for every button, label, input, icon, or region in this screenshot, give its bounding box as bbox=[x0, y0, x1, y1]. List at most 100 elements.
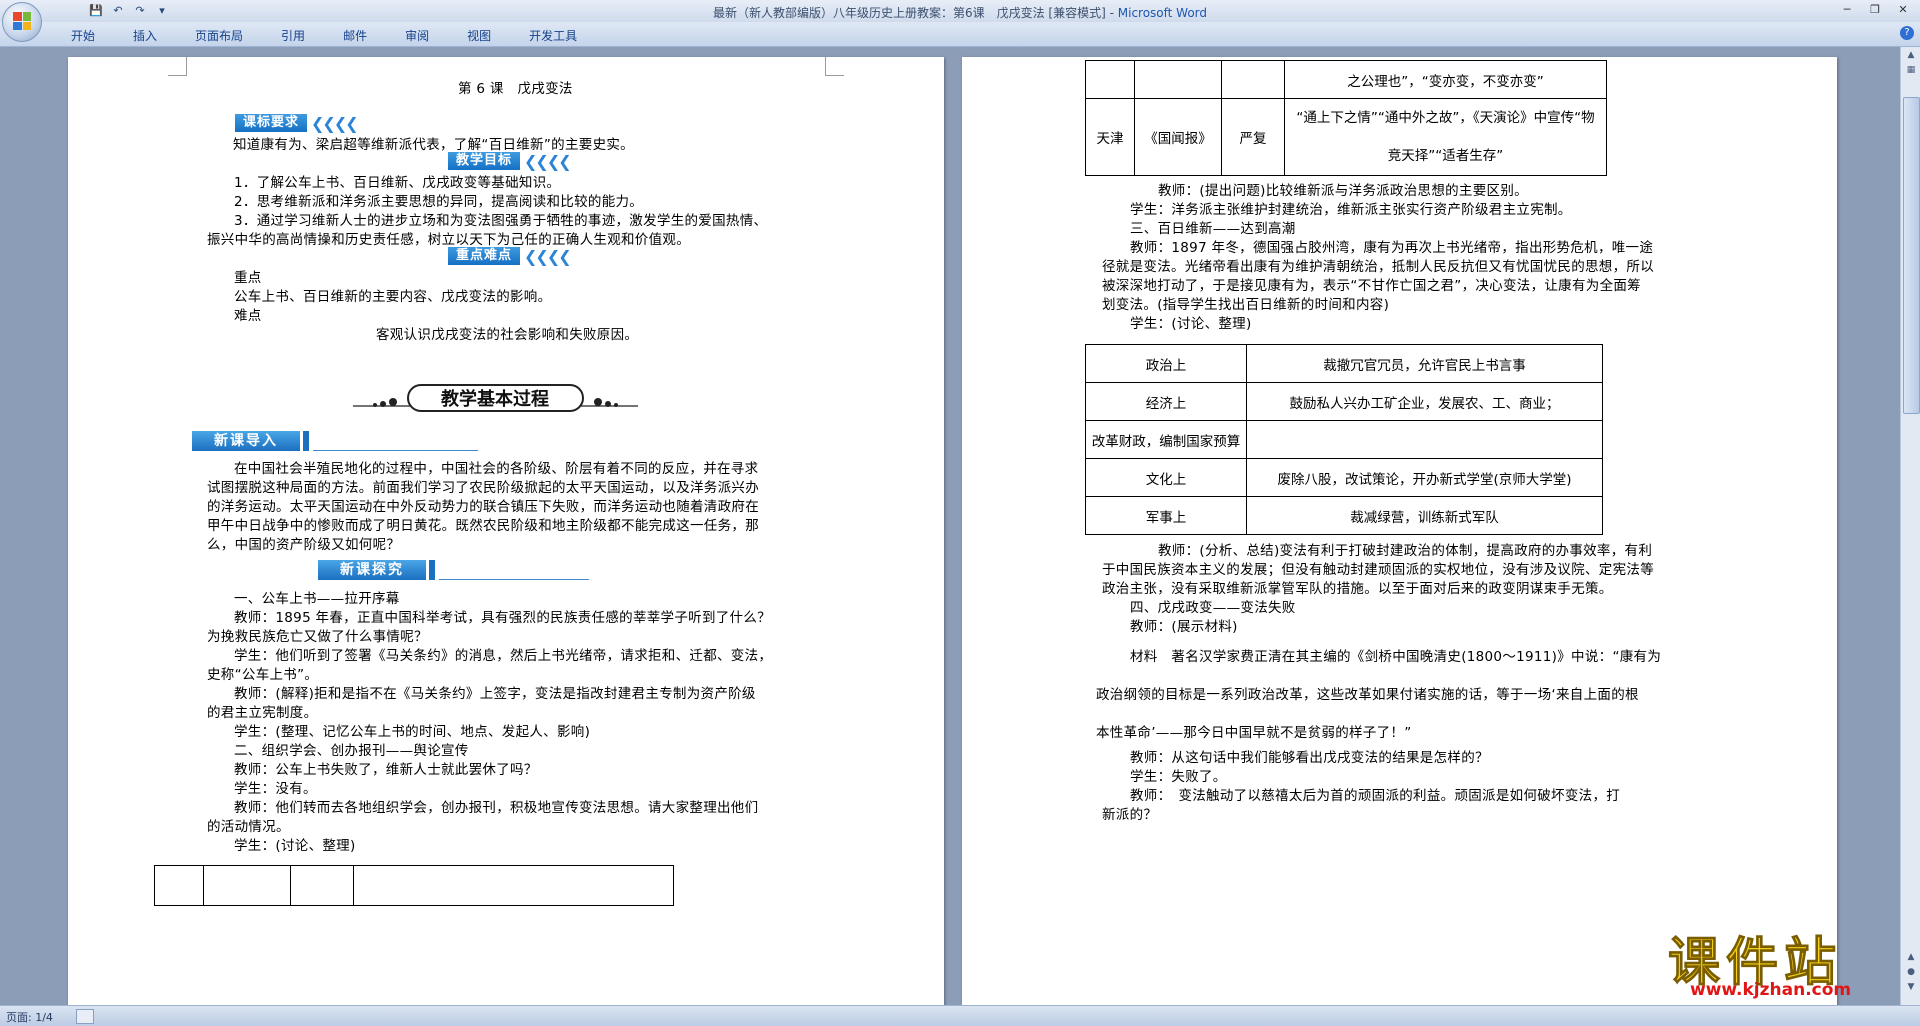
document-workspace: 第 6 课 戊戌变法 课标要求 ❮❮❮❮ 知道康有为、梁启超等维新派代表，了解“… bbox=[0, 47, 1900, 1005]
table-cell: 严复 bbox=[1221, 98, 1285, 176]
lesson-title: 第 6 课 戊戌变法 bbox=[458, 81, 573, 97]
reform-table: 政治上 裁撤冗官冗员，允许官民上书言事 经济上 鼓励私人兴办工矿企业，发展农、工、商… bbox=[1085, 344, 1603, 535]
table-cell: 《国闻报》 bbox=[1134, 98, 1222, 176]
explore-line: 的活动情况。 bbox=[207, 819, 290, 835]
tab-page-layout[interactable]: 页面布局 bbox=[184, 26, 254, 45]
tab-view[interactable]: 视图 bbox=[456, 26, 502, 45]
chevrons-icon: ❮❮❮❮ bbox=[524, 151, 572, 171]
cell-line: “通上下之情”“通中外之故”，《天演论》中宣传“物 bbox=[1296, 110, 1595, 126]
page-1: 第 6 课 戊戌变法 课标要求 ❮❮❮❮ 知道康有为、梁启超等维新派代表，了解“… bbox=[68, 57, 944, 1005]
body-line: 学生：洋务派主张维护封建统治，维新派主张实行资产阶级君主立宪制。 bbox=[1130, 202, 1572, 218]
help-icon[interactable]: ? bbox=[1900, 26, 1914, 40]
scroll-up-icon[interactable]: ▲ bbox=[1904, 50, 1918, 62]
explore-line: 教师：他们转而去各地组织学会，创办报刊，积极地宣传变法思想。请大家整理出他们 bbox=[234, 800, 759, 816]
banner-keypoints: 重点难点 ❮❮❮❮ bbox=[448, 246, 572, 266]
page-count[interactable]: 页面: 1/4 bbox=[6, 1009, 53, 1025]
intro-line: 甲午中日战争中的惨败而成了明日黄花。既然农民阶级和地主阶级都不能完成这一任务，那 bbox=[207, 518, 759, 534]
table-cell: 经济上 bbox=[1085, 382, 1247, 421]
tab-developer[interactable]: 开发工具 bbox=[518, 26, 588, 45]
cell-line: 竞天择”“适者生存” bbox=[1387, 148, 1504, 164]
body-line: 教师：从这句话中我们能够看出戊戌变法的结果是怎样的？ bbox=[1130, 750, 1489, 766]
scroll-thumb[interactable] bbox=[1903, 97, 1920, 414]
close-icon[interactable]: ✕ bbox=[1890, 2, 1916, 18]
ruler-toggle-icon[interactable]: ▦ bbox=[1904, 65, 1918, 77]
section-label: 新课导入 bbox=[192, 431, 300, 451]
tab-home[interactable]: 开始 bbox=[60, 26, 106, 45]
explore-line: 教师：1895 年春，正直中国科举考试，具有强烈的民族责任感的莘莘学子听到了什么… bbox=[234, 610, 771, 626]
intro-line: 试图摆脱这种局面的方法。前面我们学习了农民阶级掀起的太平天国运动，以及洋务派兴办 bbox=[207, 480, 759, 496]
window-title: 最新（新人教部编版）八年级历史上册教案：第6课 戊戌变法 [兼容模式] - Mi… bbox=[0, 4, 1920, 21]
explore-line: 教师：公车上书失败了，维新人士就此罢休了吗？ bbox=[234, 762, 538, 778]
material-line: 本性革命’——那今日中国早就不是贫弱的样子了！” bbox=[1096, 725, 1412, 741]
banner-label: 课标要求 bbox=[235, 114, 308, 132]
vertical-scrollbar[interactable]: ▲ ▦ ▲ ● ▼ bbox=[1900, 47, 1920, 1005]
explore-line: 学生：没有。 bbox=[234, 781, 317, 797]
section-bar bbox=[303, 431, 309, 451]
intro-line: 在中国社会半殖民地化的过程中，中国社会的各阶级、阶层有着不同的反应，并在寻求 bbox=[234, 461, 759, 477]
body-line: 教师：1897 年冬，德国强占胶州湾，康有为再次上书光绪帝，指出形势危机，唯一途 bbox=[1130, 240, 1654, 256]
body-line: 划变法。(指导学生找出百日维新的时间和内容) bbox=[1102, 297, 1390, 313]
table-cell bbox=[203, 865, 291, 906]
newspaper-table: 之公理也”，“变亦变，不变亦变” 天津 《国闻报》 严复 “通上下之情”“通中外… bbox=[1085, 60, 1607, 176]
explore-line: 为挽救民族危亡又做了什么事情呢？ bbox=[207, 629, 428, 645]
chevrons-icon: ❮❮❮❮ bbox=[524, 246, 572, 266]
body-line: 于中国民族资本主义的发展；但没有触动封建顽固派的实权地位，没有涉及议院、定宪法等 bbox=[1102, 562, 1654, 578]
table-cell bbox=[1221, 60, 1285, 99]
watermark-url: www.kjzhan.com bbox=[1690, 980, 1852, 1000]
body-line: 三、百日维新——达到高潮 bbox=[1130, 221, 1296, 237]
explore-line: 的君主立宪制度。 bbox=[207, 705, 318, 721]
body-line: 径就是变法。光绪帝看出康有为维护清朝统治，抵制人民反抗但又有忧国忧民的思想，所以 bbox=[1102, 259, 1654, 275]
minimize-icon[interactable]: ─ bbox=[1834, 2, 1860, 18]
section-rule bbox=[439, 578, 589, 580]
goal-line: 1．了解公车上书、百日维新、戊戌政变等基础知识。 bbox=[234, 175, 561, 191]
intro-line: 的洋务运动。太平天国运动在中外反动势力的联合镇压下失败，而洋务运动也随着清政府在 bbox=[207, 499, 759, 515]
table-cell bbox=[290, 865, 354, 906]
table-cell: 文化上 bbox=[1085, 458, 1247, 497]
table-cell: 废除八股，改试策论，开办新式学堂(京师大学堂) bbox=[1246, 458, 1603, 497]
body-line: 四、戊戌政变——变法失败 bbox=[1130, 600, 1296, 616]
body-line: 教师：(展示材料) bbox=[1130, 619, 1238, 635]
difficult-text: 客观认识戊戌变法的社会影响和失败原因。 bbox=[376, 327, 639, 343]
difficult-label: 难点 bbox=[234, 308, 262, 324]
banner-requirements: 课标要求 ❮❮❮❮ bbox=[235, 113, 359, 133]
tab-mailings[interactable]: 邮件 bbox=[332, 26, 378, 45]
tab-review[interactable]: 审阅 bbox=[394, 26, 440, 45]
proofing-icon[interactable] bbox=[76, 1009, 94, 1024]
table-cell bbox=[353, 865, 674, 906]
section-label: 新课探究 bbox=[318, 560, 426, 580]
page-2: 之公理也”，“变亦变，不变亦变” 天津 《国闻报》 严复 “通上下之情”“通中外… bbox=[962, 57, 1837, 1005]
crop-mark bbox=[168, 57, 187, 76]
table-cell bbox=[1246, 420, 1603, 459]
office-button[interactable] bbox=[2, 2, 42, 42]
title-bar: 💾 ↶ ↷ ▾ 最新（新人教部编版）八年级历史上册教案：第6课 戊戌变法 [兼容… bbox=[0, 0, 1920, 23]
explore-line: 史称“公车上书”。 bbox=[207, 667, 319, 683]
key-label: 重点 bbox=[234, 270, 262, 286]
body-line: 新派的？ bbox=[1102, 807, 1158, 823]
explore-line: 二、组织学会、创办报刊——舆论宣传 bbox=[234, 743, 469, 759]
banner-label: 教学目标 bbox=[448, 152, 521, 170]
explore-line: 学生：(讨论、整理) bbox=[234, 838, 356, 854]
section-bar bbox=[429, 560, 435, 580]
tab-insert[interactable]: 插入 bbox=[122, 26, 168, 45]
ribbon: 开始 插入 页面布局 引用 邮件 审阅 视图 开发工具 ? bbox=[0, 22, 1920, 47]
body-line: 被深深地打动了，于是接见康有为，表示“不甘作亡国之君”，决心变法，让康有为全面筹 bbox=[1102, 278, 1641, 294]
kjzhan-watermark: 课件站 www.kjzhan.com bbox=[1650, 920, 1910, 1002]
explore-line: 一、公车上书——拉开序幕 bbox=[234, 591, 400, 607]
app-name: Microsoft Word bbox=[1117, 6, 1208, 20]
status-bar: 页面: 1/4 bbox=[0, 1005, 1920, 1026]
goal-line: 3．通过学习维新人士的进步立场和为变法图强勇于牺牲的事迹，激发学生的爱国热情、 bbox=[234, 213, 768, 229]
body-line: 教师：(分析、总结)变法有利于打破封建政治的体制，提高政府的办事效率，有利 bbox=[1158, 543, 1653, 559]
table-cell: 改革财政，编制国家预算 bbox=[1085, 420, 1247, 459]
intro-line: 么，中国的资产阶级又如何呢？ bbox=[207, 537, 401, 553]
table-cell bbox=[1134, 60, 1222, 99]
goal-line: 2．思考维新派和洋务派主要思想的异同，提高阅读和比较的能力。 bbox=[234, 194, 644, 210]
table-cell: 政治上 bbox=[1085, 344, 1247, 383]
tab-references[interactable]: 引用 bbox=[270, 26, 316, 45]
restore-icon[interactable]: ❐ bbox=[1862, 2, 1888, 18]
process-title-text: 教学基本过程 bbox=[441, 388, 549, 410]
section-explore-heading: 新课探究 bbox=[318, 560, 589, 580]
table-cell bbox=[1085, 60, 1135, 99]
section-intro-heading: 新课导入 bbox=[192, 431, 478, 451]
body-line: 政治主张，没有采取维新派掌管军队的措施。以至于面对后来的政变阴谋束手无策。 bbox=[1102, 581, 1613, 597]
chevrons-icon: ❮❮❮❮ bbox=[311, 113, 359, 133]
